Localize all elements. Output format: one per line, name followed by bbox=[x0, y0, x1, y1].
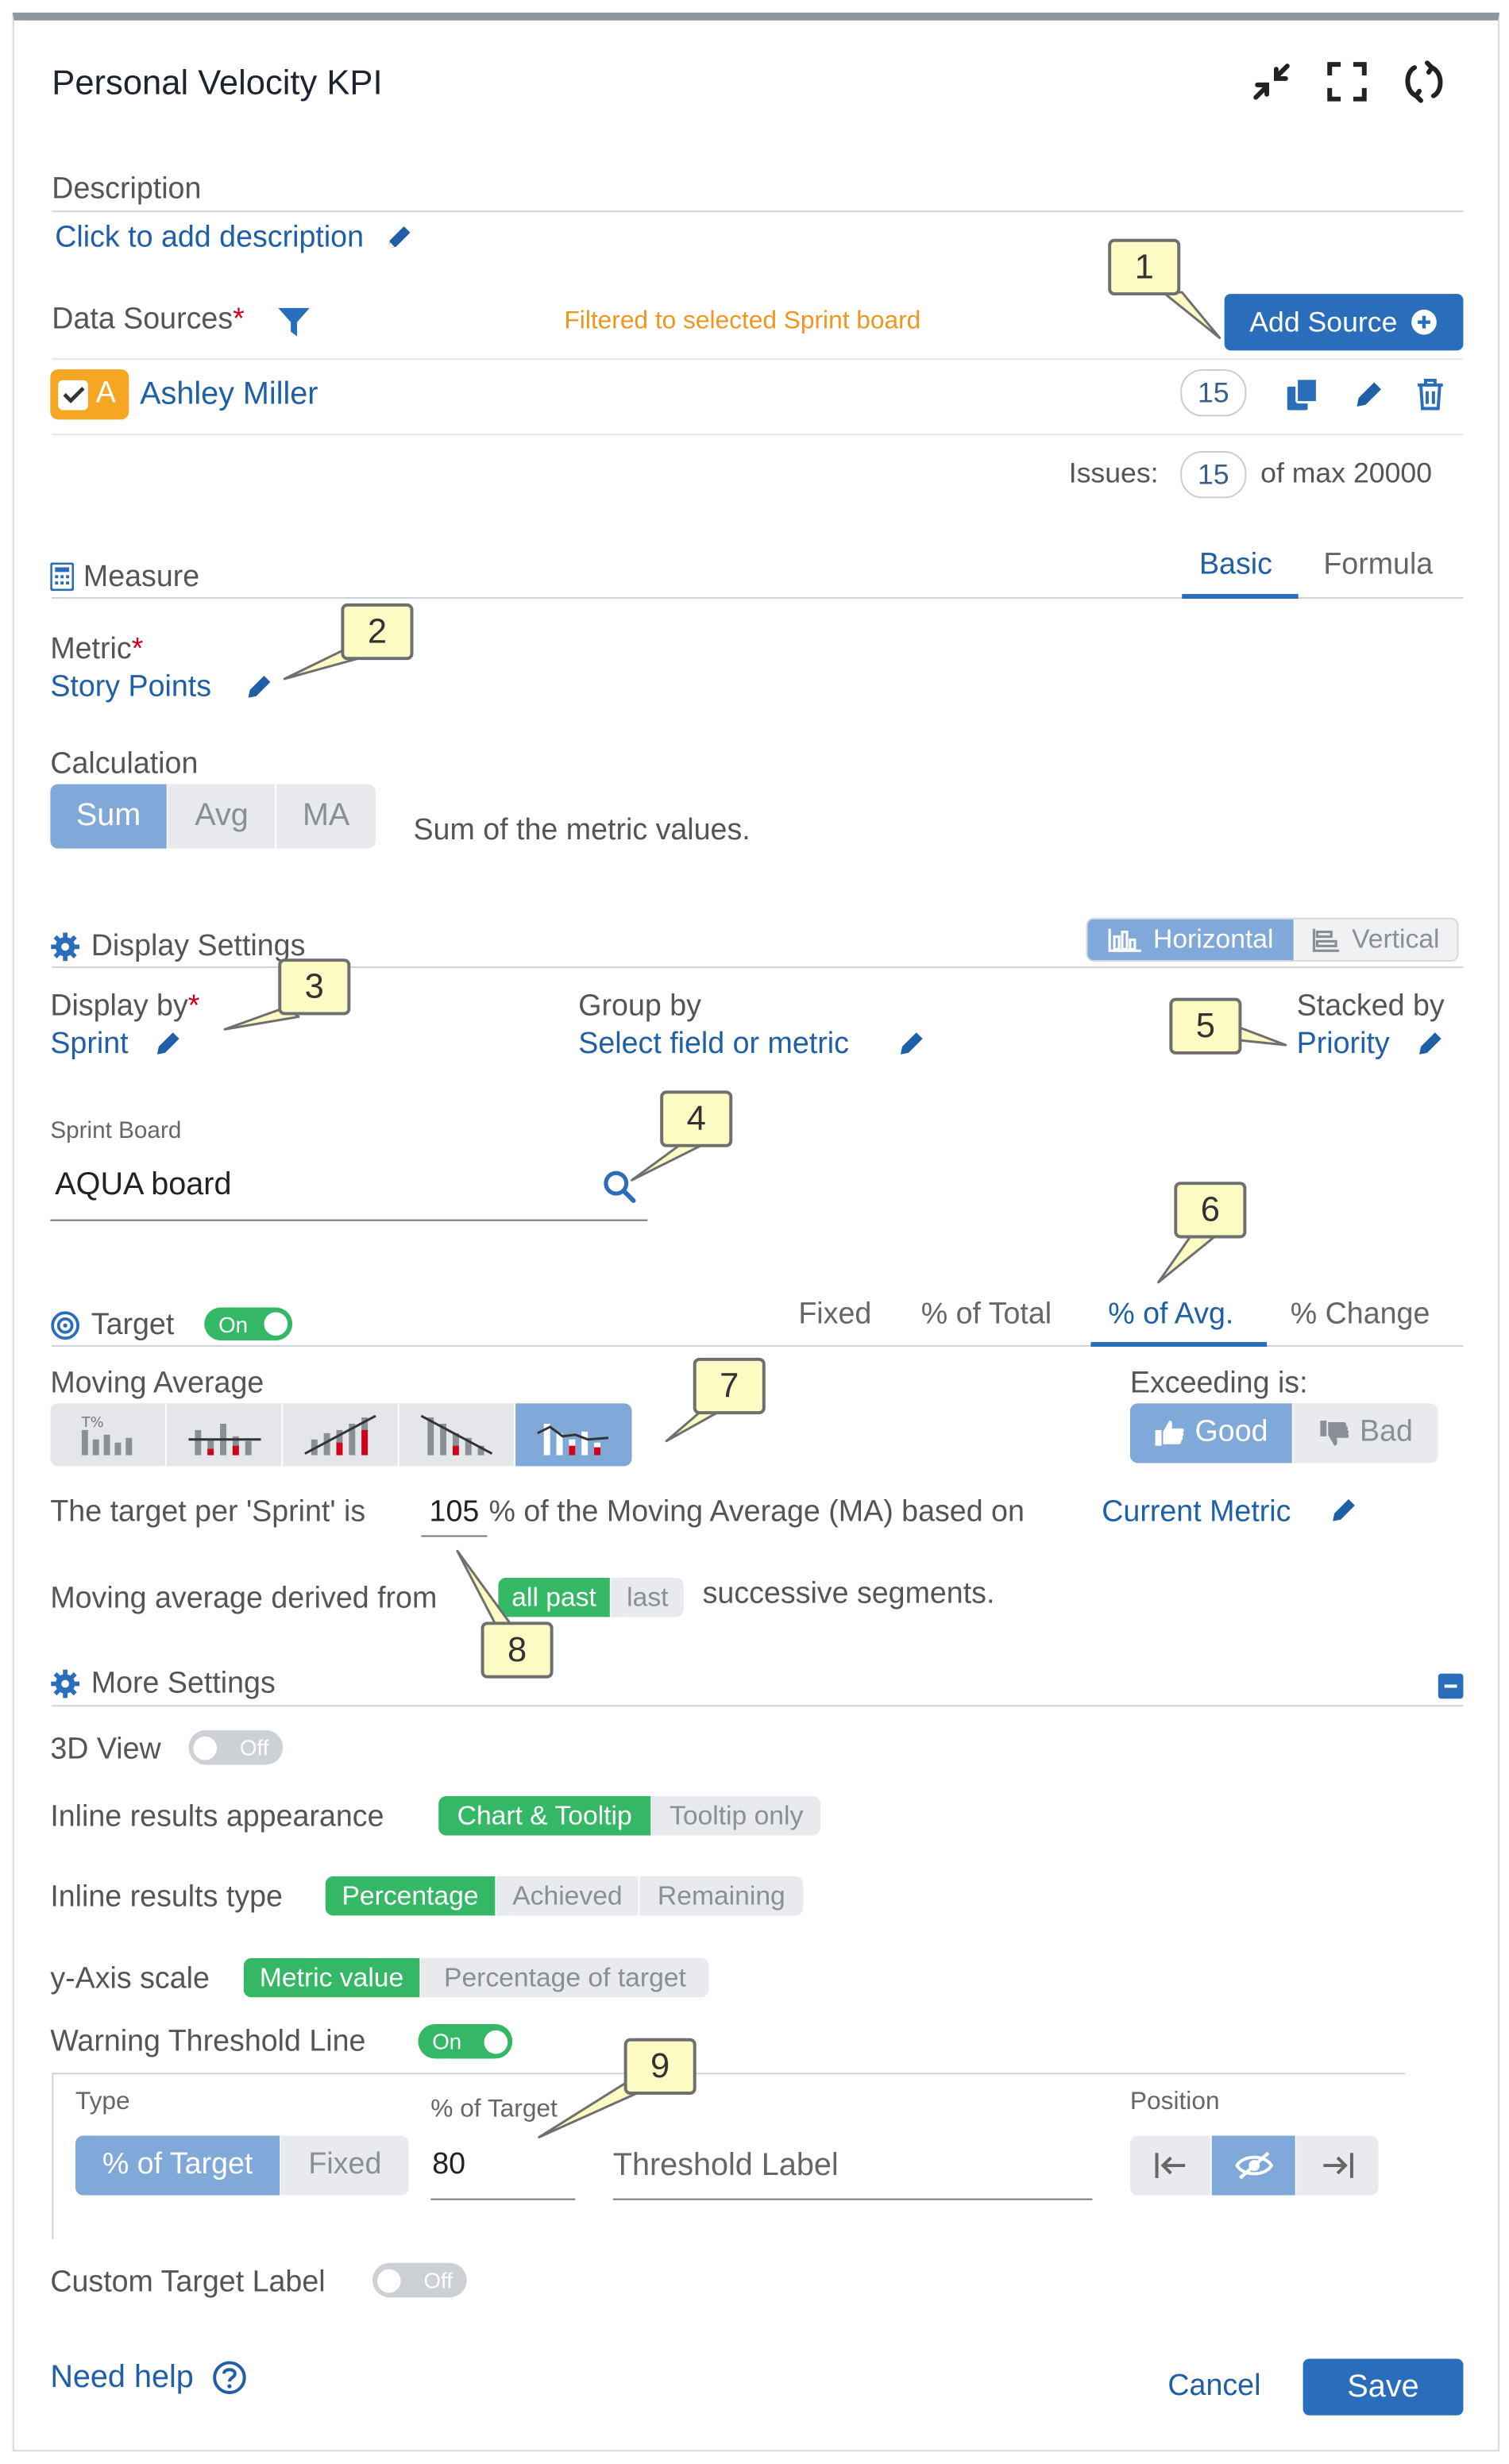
callout-9: 9 bbox=[623, 2038, 697, 2096]
callout-6: 6 bbox=[1174, 1182, 1247, 1239]
callout-8-pointer bbox=[456, 1549, 514, 1628]
callout-4-pointer bbox=[631, 1144, 703, 1182]
callout-2: 2 bbox=[341, 603, 414, 661]
callout-6-pointer bbox=[1157, 1234, 1218, 1284]
callout-leaders bbox=[223, 291, 1287, 2138]
callout-7-pointer bbox=[665, 1409, 721, 1443]
callout-1: 1 bbox=[1108, 238, 1181, 296]
callout-3: 3 bbox=[278, 958, 351, 1016]
callout-1-pointer bbox=[1161, 291, 1221, 339]
callout-5: 5 bbox=[1169, 997, 1242, 1055]
callout-5-pointer bbox=[1238, 1026, 1287, 1047]
callout-4: 4 bbox=[660, 1090, 733, 1147]
callout-7: 7 bbox=[693, 1357, 766, 1415]
callout-8: 8 bbox=[480, 1621, 554, 1679]
